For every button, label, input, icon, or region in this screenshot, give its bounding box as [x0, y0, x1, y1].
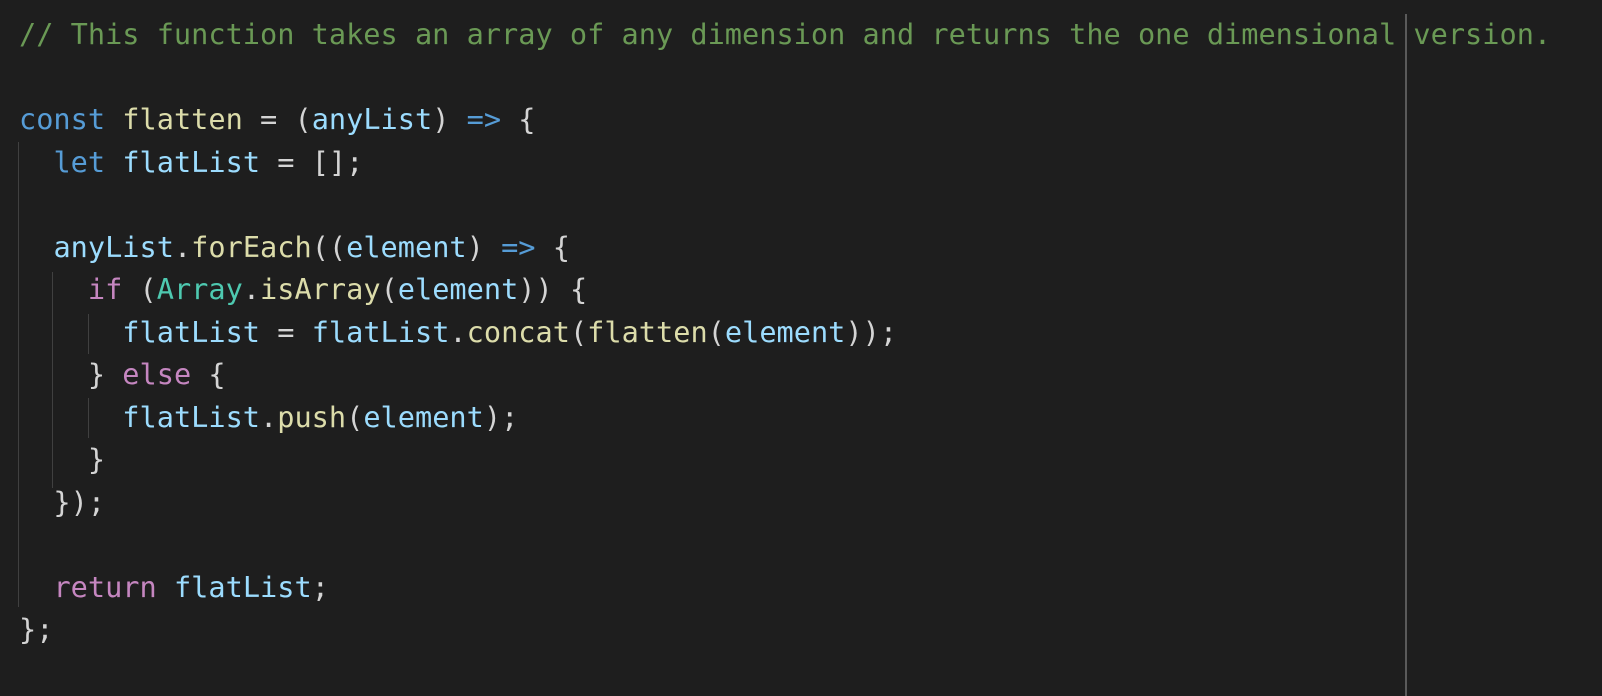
code-token: }); — [19, 484, 106, 519]
code-token: anyList — [53, 229, 174, 264]
code-token: = — [260, 314, 312, 349]
code-token: } — [19, 357, 123, 391]
code-token: )) { — [518, 272, 588, 306]
code-token: = []; — [260, 144, 364, 179]
code-token: ( — [707, 314, 725, 349]
code-token: }; — [19, 612, 54, 646]
code-token: ; — [311, 569, 329, 604]
code-line[interactable]: anyList.forEach((element) => { — [19, 227, 570, 267]
code-token: // This function takes an array of any d… — [19, 17, 1552, 51]
code-token: anyList — [311, 102, 433, 136]
code-token: let — [53, 144, 106, 179]
code-line[interactable]: const flatten = (anyList) => { — [19, 99, 536, 139]
code-token: flatList — [311, 314, 450, 349]
code-token: flatten — [587, 314, 708, 349]
code-line[interactable]: flatList.push(element); — [19, 397, 518, 437]
code-token: element — [397, 272, 519, 306]
code-line[interactable]: if (Array.isArray(element)) { — [19, 269, 587, 309]
code-token: (( — [311, 229, 347, 264]
code-token: => — [501, 229, 536, 264]
code-token: const — [19, 102, 106, 136]
code-line[interactable]: } — [19, 439, 105, 479]
code-token: flatList — [122, 314, 261, 349]
code-token: . — [173, 229, 192, 264]
code-token: . — [242, 272, 261, 306]
code-token: ( — [122, 272, 157, 306]
code-line[interactable]: let flatList = []; — [19, 142, 363, 182]
code-editor[interactable]: // This function takes an array of any d… — [0, 0, 1602, 696]
code-token: flatList — [122, 144, 261, 179]
code-token: Array — [156, 272, 243, 306]
code-token: ( — [569, 314, 588, 349]
code-token: if — [87, 272, 123, 306]
code-line[interactable]: return flatList; — [19, 567, 329, 607]
code-token: ); — [483, 399, 519, 434]
column-ruler — [1405, 14, 1407, 696]
code-token: flatList — [122, 399, 261, 434]
code-token: . — [260, 399, 278, 434]
code-token: { — [535, 229, 570, 264]
code-token: => — [466, 102, 502, 136]
code-token: )); — [845, 314, 898, 349]
code-token: { — [191, 357, 226, 391]
code-token: element — [724, 314, 846, 349]
code-line[interactable]: // This function takes an array of any d… — [19, 14, 1551, 54]
code-line[interactable]: flatList = flatList.concat(flatten(eleme… — [19, 312, 897, 352]
code-token: ( — [346, 399, 364, 434]
code-token: ) — [466, 229, 502, 264]
code-token: else — [122, 357, 192, 391]
code-token: flatten — [122, 102, 243, 136]
code-token: ( — [380, 272, 398, 306]
code-token: push — [277, 399, 347, 434]
code-token: = ( — [242, 102, 312, 136]
code-token: forEach — [191, 229, 312, 264]
code-token: concat — [466, 314, 570, 349]
code-token: } — [19, 442, 106, 476]
code-line[interactable]: }; — [19, 609, 53, 649]
code-token: flatList — [173, 569, 312, 604]
code-token: ) — [432, 102, 467, 136]
code-token: isArray — [260, 272, 381, 306]
code-line[interactable]: }); — [19, 482, 105, 522]
code-token: element — [363, 399, 484, 434]
code-line[interactable]: } else { — [19, 354, 226, 394]
code-token: return — [53, 569, 157, 604]
code-token: . — [449, 314, 467, 349]
code-token: { — [501, 102, 536, 136]
code-token: element — [346, 229, 467, 264]
